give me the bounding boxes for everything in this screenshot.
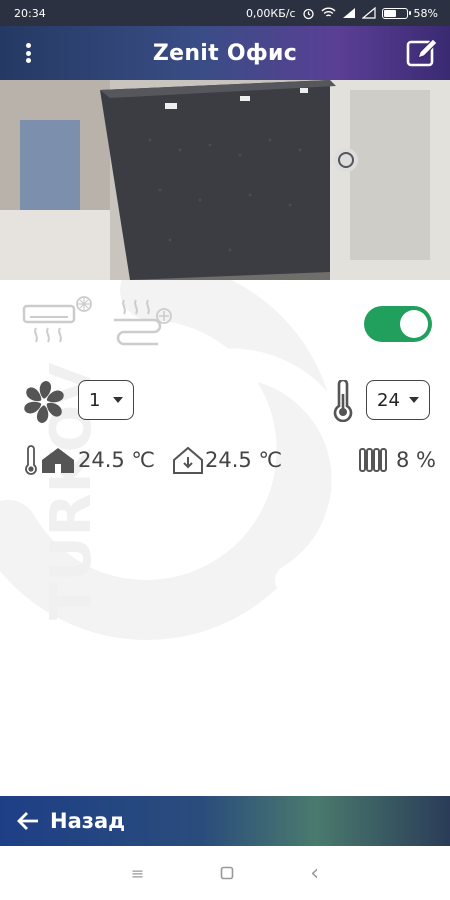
device-panel: TURKOV 1 24 24.5 ℃ 24.5 ℃ 8 %: [0, 280, 450, 796]
power-toggle[interactable]: [364, 306, 432, 342]
indoor-temp-icon: [25, 445, 74, 475]
signal-icon: [342, 8, 355, 18]
signal-icon-2: [361, 7, 376, 19]
mode-selector: [22, 296, 174, 350]
back-nav-button[interactable]: ‹: [310, 861, 319, 886]
arrow-left-icon: [17, 812, 38, 830]
readings-row: 24.5 ℃ 24.5 ℃ 8 %: [22, 444, 436, 476]
network-speed: 0,00КБ/с: [245, 6, 296, 20]
radiator-level-value: 8 %: [396, 448, 436, 472]
fan-speed-value: 1: [89, 389, 101, 411]
chevron-down-icon: [409, 397, 419, 403]
outdoor-temp-value: 24.5 ℃: [205, 448, 283, 472]
fan-speed-select[interactable]: 1: [78, 380, 134, 420]
logo-watermark: TURKOV: [0, 280, 362, 640]
alarm-icon: [302, 8, 314, 19]
thermometer-icon: [333, 380, 353, 422]
radiator-icon: [359, 448, 387, 472]
status-time: 20:34: [14, 6, 46, 20]
system-nav-bar: ≡ ‹: [0, 846, 450, 900]
air-conditioner-icon[interactable]: [22, 296, 94, 350]
indoor-temp-value: 24.5 ℃: [78, 448, 156, 472]
app-header: Zenit Офис: [0, 26, 450, 80]
status-bar: 20:34 0,00КБ/с 58%: [0, 0, 450, 26]
wifi-icon: [321, 7, 336, 17]
outdoor-temp-icon: [173, 446, 204, 474]
target-temp-value: 24: [377, 389, 400, 411]
back-label: Назад: [50, 809, 126, 833]
target-temp-select[interactable]: 24: [366, 380, 430, 420]
home-button[interactable]: [220, 866, 234, 880]
device-photo: [0, 80, 450, 280]
recents-button[interactable]: ≡: [131, 864, 144, 883]
chevron-down-icon: [113, 397, 123, 403]
more-vert-icon[interactable]: [16, 40, 40, 66]
heating-icon[interactable]: [110, 296, 174, 350]
edit-icon[interactable]: [406, 38, 438, 68]
battery-percent: 58%: [413, 6, 438, 20]
battery-icon: [381, 7, 411, 19]
fan-icon: [24, 381, 64, 423]
page-title: Zenit Офис: [152, 40, 298, 66]
toggle-knob: [400, 310, 428, 338]
status-indicators: 0,00КБ/с 58%: [246, 7, 438, 20]
back-button[interactable]: Назад: [0, 796, 450, 846]
